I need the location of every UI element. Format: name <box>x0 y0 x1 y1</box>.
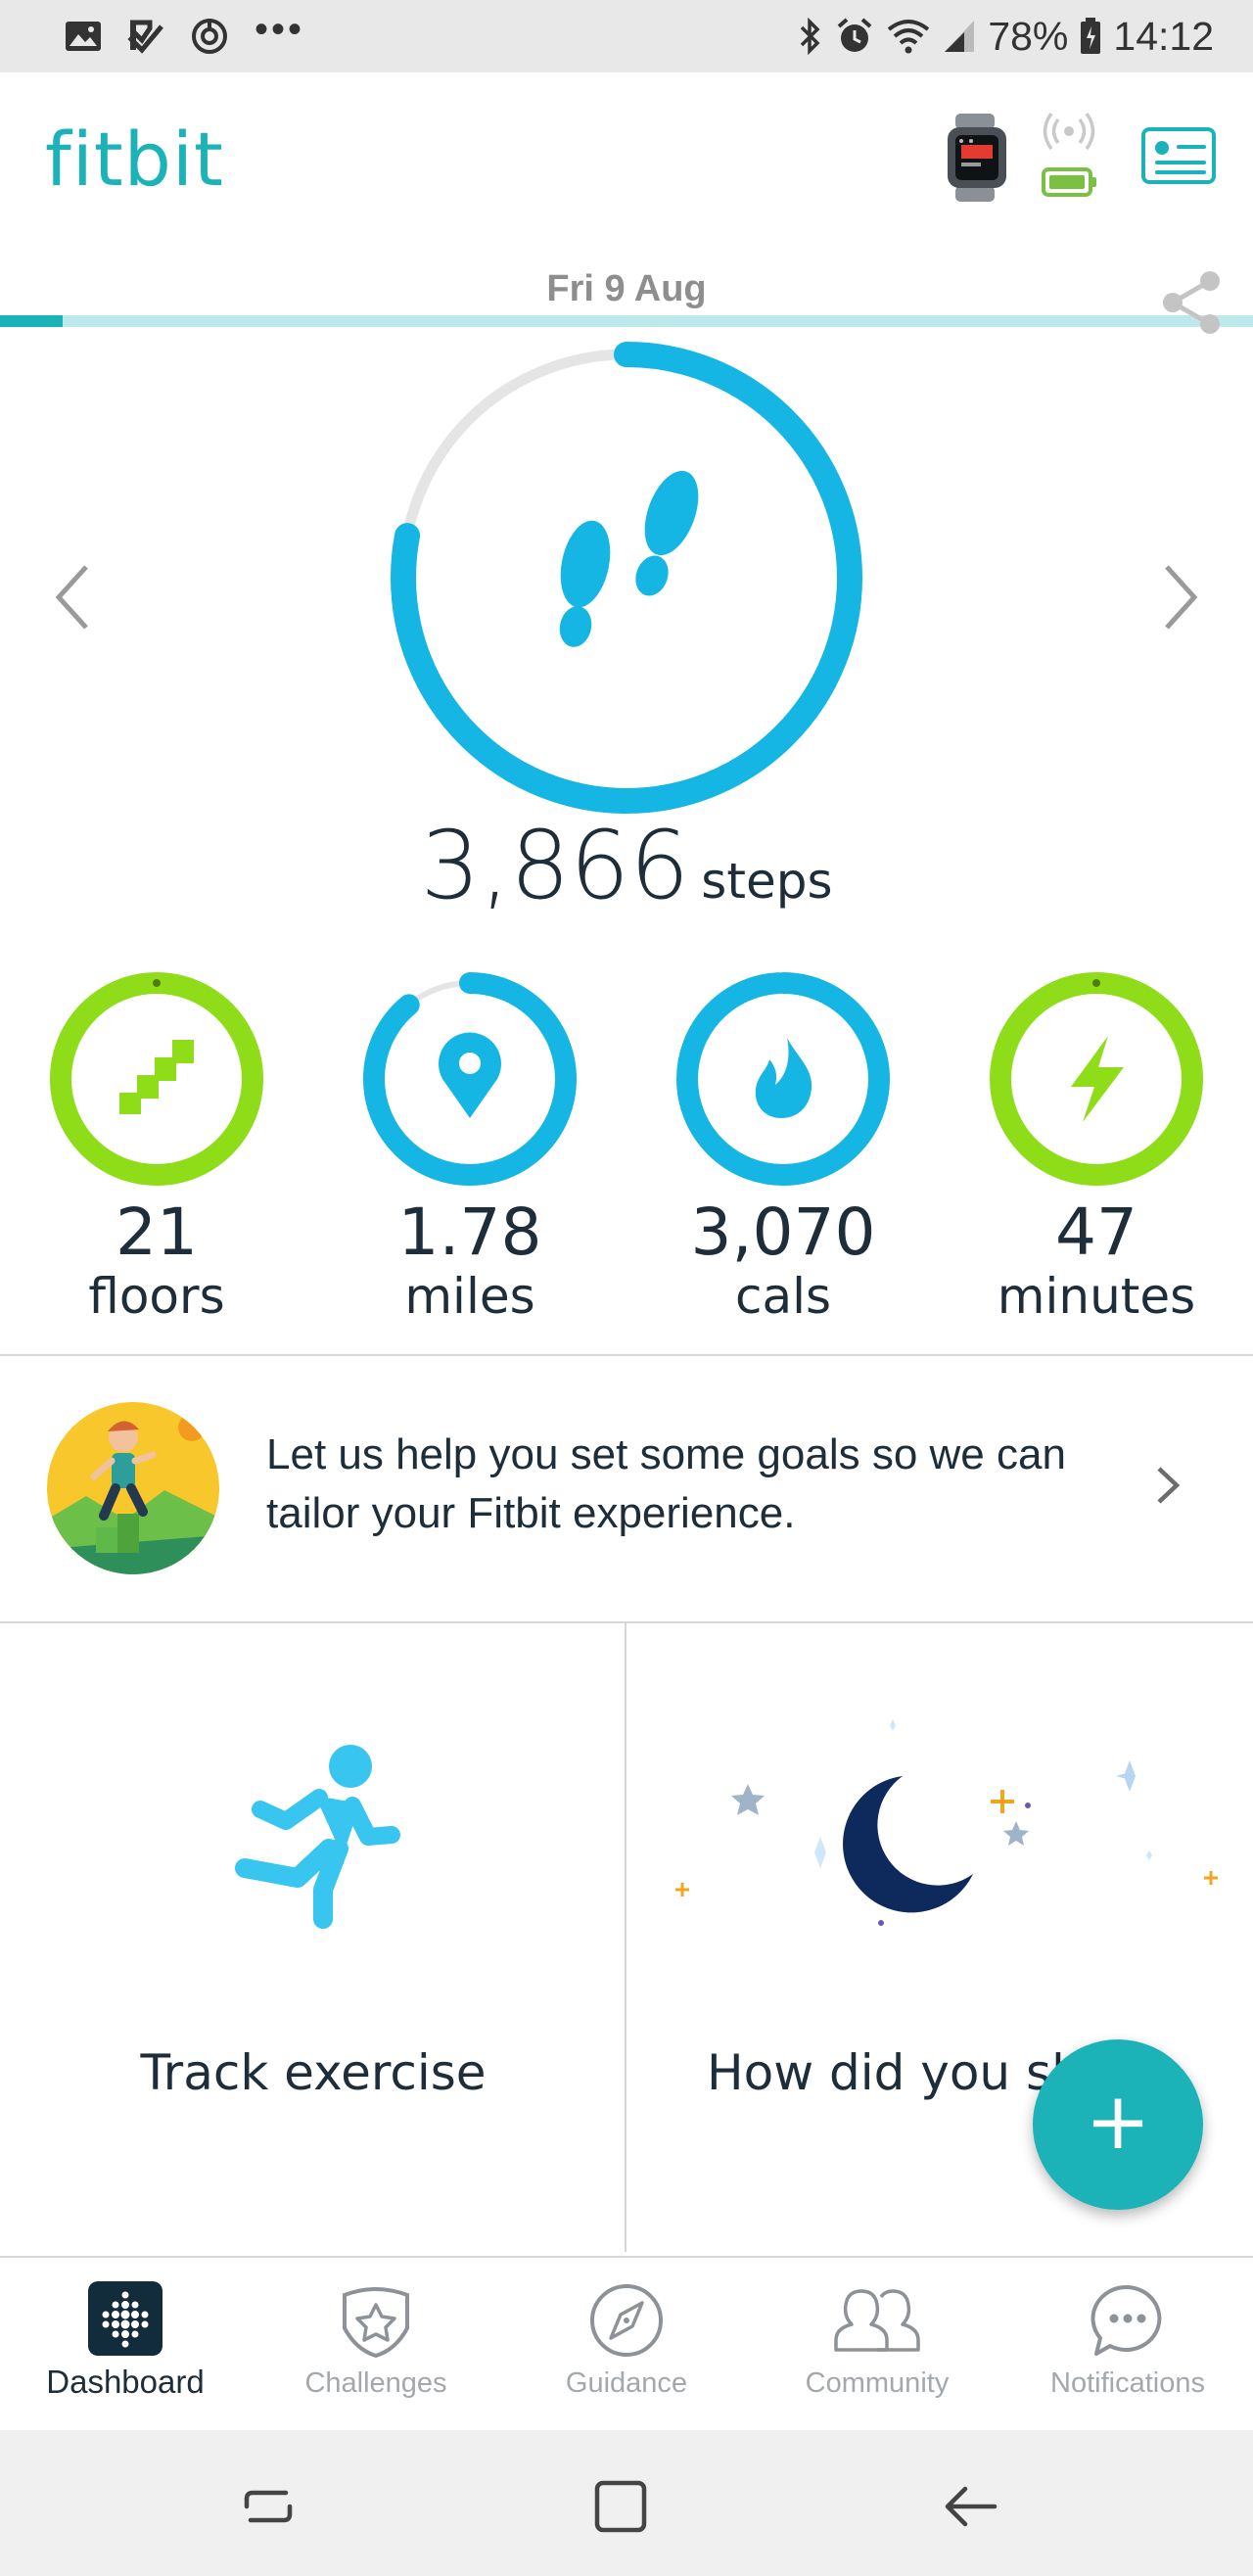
goals-banner-text: Let us help you set some goals so we can… <box>266 1430 1066 1537</box>
nav-challenges[interactable]: Challenges <box>251 2258 501 2430</box>
nav-dashboard[interactable]: Dashboard <box>0 2258 251 2430</box>
back-button-icon[interactable] <box>942 2477 1000 2536</box>
device-battery-icon <box>1042 167 1096 197</box>
section-divider <box>0 1354 1253 1356</box>
miles-unit: miles <box>404 1268 535 1325</box>
steps-unit: steps <box>701 853 833 910</box>
minutes-value: 47 <box>1055 1194 1137 1270</box>
floors-ring <box>50 972 263 1186</box>
stat-active-minutes[interactable]: 47 minutes <box>979 969 1214 1329</box>
dashboard-grid-icon <box>88 2281 162 2356</box>
nav-community-label: Community <box>805 2367 950 2399</box>
nav-guidance-label: Guidance <box>565 2367 688 2399</box>
sync-signal-icon[interactable] <box>1042 112 1096 151</box>
nav-notifications-label: Notifications <box>1050 2367 1205 2399</box>
challenges-star-icon <box>343 2287 409 2359</box>
watch-device-icon[interactable] <box>942 114 1012 202</box>
recent-apps-icon[interactable] <box>239 2477 298 2536</box>
sync-circle-icon <box>192 19 227 54</box>
add-fab-button[interactable]: + <box>1033 2039 1203 2210</box>
steps-count: 3,866 steps <box>0 811 1253 920</box>
flame-icon <box>755 1038 812 1118</box>
lightning-icon <box>1071 1036 1124 1122</box>
goal-progress-fill <box>0 315 63 327</box>
stat-floors[interactable]: 21 floors <box>39 969 274 1329</box>
image-icon <box>66 22 101 51</box>
next-day-arrow[interactable] <box>1161 563 1200 632</box>
floors-unit: floors <box>88 1268 225 1325</box>
checklist-icon <box>127 20 163 54</box>
battery-percent: 78% <box>988 13 1069 59</box>
location-pin-icon <box>439 1032 501 1118</box>
miles-value: 1.78 <box>397 1194 542 1270</box>
fitbit-logo: fitbit <box>45 116 224 203</box>
share-icon[interactable] <box>1161 270 1222 335</box>
status-system-icons: 78% 14:12 <box>798 14 1214 60</box>
active-minutes-ring <box>990 972 1203 1186</box>
plus-icon: + <box>1085 2076 1151 2167</box>
calories-unit: cals <box>734 1268 832 1325</box>
running-person-icon <box>235 1745 400 1929</box>
app-header: fitbit <box>0 72 1253 327</box>
stairs-icon <box>119 1040 194 1114</box>
minutes-unit: minutes <box>997 1268 1196 1325</box>
profile-card-icon[interactable] <box>1141 127 1216 184</box>
moon-stars-icon <box>675 1719 1218 1926</box>
clock-time: 14:12 <box>1113 13 1214 59</box>
people-icon <box>834 2289 920 2352</box>
steps-progress-ring[interactable] <box>382 333 871 822</box>
nav-community[interactable]: Community <box>752 2258 1002 2430</box>
miles-ring <box>363 972 577 1186</box>
home-button-icon[interactable] <box>591 2477 650 2536</box>
battery-icon <box>1081 18 1101 54</box>
stat-calories[interactable]: 3,070 cals <box>666 969 901 1329</box>
nav-challenges-label: Challenges <box>304 2367 447 2399</box>
goal-progress-bar <box>0 315 1253 327</box>
compass-icon <box>590 2284 663 2357</box>
track-exercise-label: Track exercise <box>140 2044 487 2101</box>
alarm-icon <box>838 18 872 52</box>
track-exercise-tile[interactable]: Track exercise <box>0 1623 626 2252</box>
status-bar: ••• 78% 14:12 <box>0 0 1253 72</box>
chevron-right-icon[interactable] <box>1155 1465 1181 1506</box>
previous-day-arrow[interactable] <box>53 563 92 632</box>
more-dots-icon: ••• <box>255 8 305 51</box>
stat-miles[interactable]: 1.78 miles <box>352 969 587 1329</box>
date-label: Fri 9 Aug <box>546 268 707 309</box>
chat-bubble-icon <box>1091 2284 1162 2356</box>
wifi-icon <box>888 20 930 54</box>
nav-guidance[interactable]: Guidance <box>501 2258 752 2430</box>
bottom-navigation: Dashboard Challenges Guidance Community … <box>0 2256 1253 2430</box>
nav-notifications[interactable]: Notifications <box>1002 2258 1253 2430</box>
calories-ring <box>676 972 890 1186</box>
system-navigation-bar <box>0 2430 1253 2576</box>
status-notification-icons: ••• <box>65 10 304 56</box>
goals-banner[interactable]: Let us help you set some goals so we can… <box>0 1357 1253 1621</box>
signal-icon <box>945 21 975 52</box>
goals-avatar-icon <box>47 1402 219 1574</box>
floors-value: 21 <box>116 1194 198 1270</box>
footsteps-icon <box>559 470 699 647</box>
bluetooth-icon <box>801 18 820 55</box>
calories-value: 3,070 <box>690 1194 876 1270</box>
nav-dashboard-label: Dashboard <box>46 2364 205 2400</box>
steps-value: 3,866 <box>420 811 690 920</box>
